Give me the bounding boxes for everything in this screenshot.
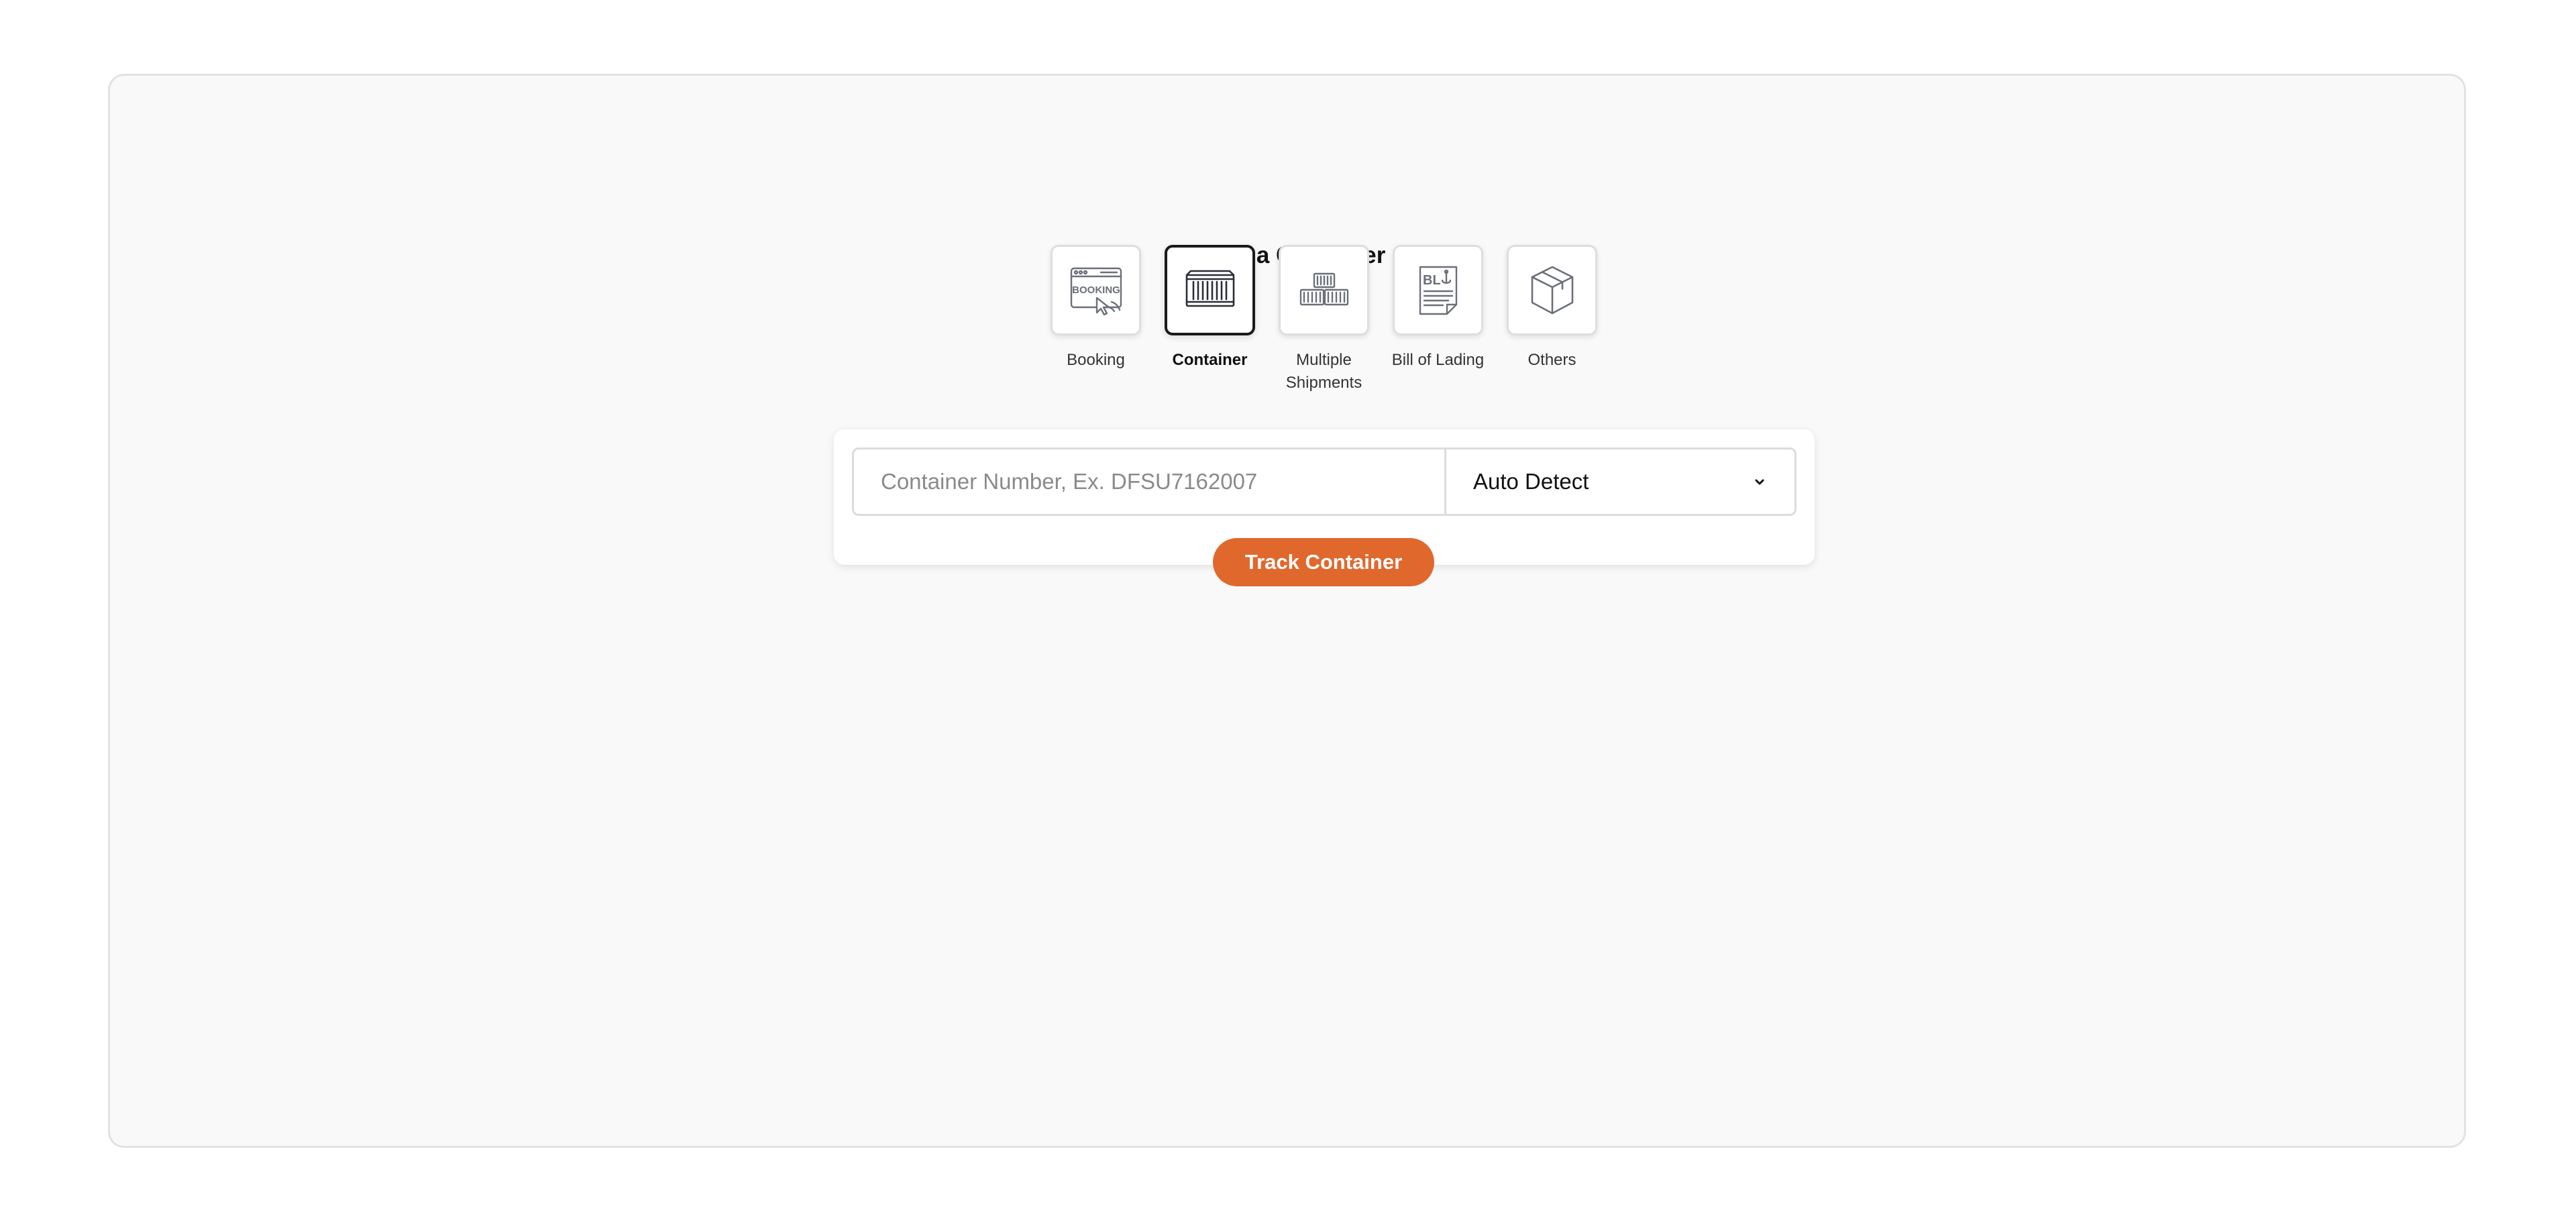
multiple-shipments-icon — [1299, 272, 1348, 305]
search-field-group: Auto Detect — [852, 447, 1796, 516]
type-tile-others[interactable] — [1507, 245, 1597, 335]
type-label-bill-of-lading: Bill of Lading — [1391, 351, 1485, 369]
box-icon — [1531, 266, 1573, 314]
booking-icon: BOOKING — [1070, 267, 1122, 315]
chevron-down-icon — [1755, 479, 1764, 485]
carrier-select-value: Auto Detect — [1473, 469, 1589, 494]
type-option-booking[interactable]: BOOKING Booking — [1051, 245, 1141, 394]
type-option-others[interactable]: Others — [1507, 245, 1597, 394]
type-label-booking: Booking — [1067, 351, 1125, 369]
type-tile-bill-of-lading[interactable]: BL — [1393, 245, 1483, 335]
tracking-type-selector: BOOKING Booking Container Multiple Shipm… — [1051, 245, 1597, 394]
carrier-select[interactable]: Auto Detect — [1446, 449, 1794, 514]
type-tile-container[interactable] — [1165, 245, 1255, 335]
tracking-card: Track a Container — [108, 74, 2466, 1148]
type-option-multiple-shipments[interactable]: Multiple Shipments — [1279, 245, 1369, 394]
type-label-container: Container — [1172, 351, 1248, 369]
container-icon — [1185, 270, 1234, 307]
bill-of-lading-icon: BL — [1419, 266, 1457, 315]
type-option-bill-of-lading[interactable]: BL Bill of Lading — [1392, 245, 1484, 394]
type-tile-multiple-shipments[interactable] — [1279, 245, 1369, 335]
track-container-button[interactable]: Track Container — [1213, 538, 1434, 586]
type-option-container[interactable]: Container — [1165, 245, 1255, 394]
type-label-multiple-shipments: Multiple Shipments — [1285, 351, 1362, 392]
svg-text:BL: BL — [1423, 273, 1441, 288]
type-label-others: Others — [1527, 351, 1576, 369]
svg-text:BOOKING: BOOKING — [1072, 284, 1120, 296]
type-tile-booking[interactable]: BOOKING — [1051, 245, 1141, 335]
container-number-input[interactable] — [854, 449, 1444, 514]
